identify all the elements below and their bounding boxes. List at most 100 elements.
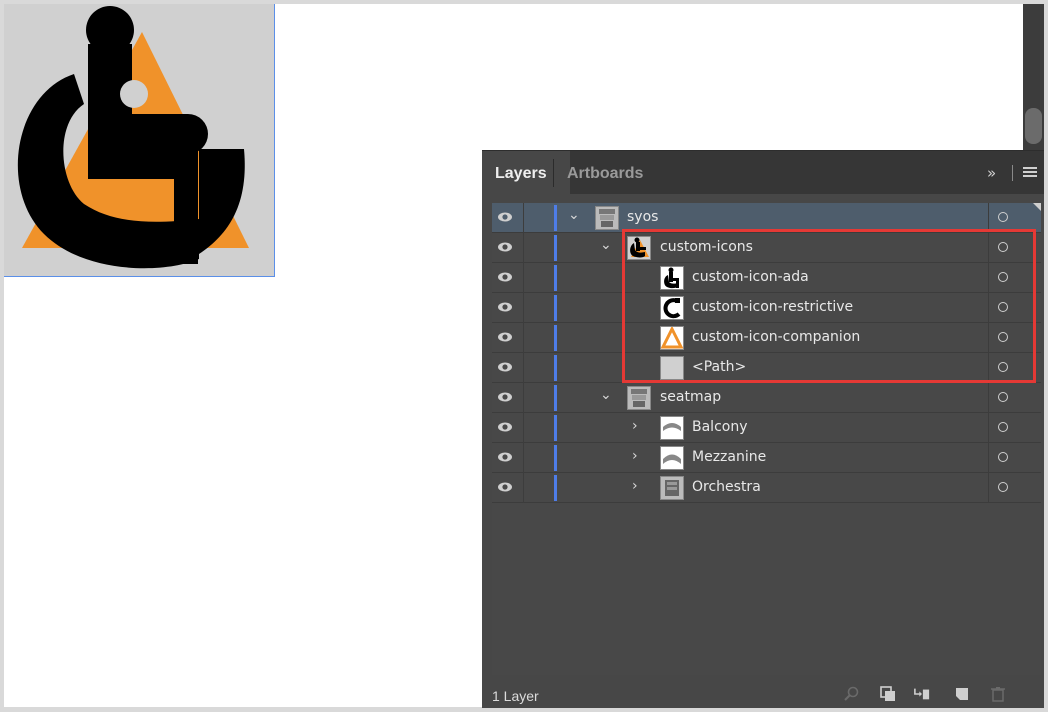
new-layer-icon[interactable] bbox=[954, 686, 970, 702]
clipping-mask-icon[interactable] bbox=[880, 686, 896, 702]
seatmap-thumb bbox=[627, 386, 651, 410]
layer-name[interactable]: custom-icons bbox=[660, 239, 753, 255]
layer-name[interactable]: Orchestra bbox=[692, 479, 761, 495]
layer-name[interactable]: Mezzanine bbox=[692, 449, 766, 465]
panel-tab-bar: Layers Artboards » bbox=[482, 151, 1044, 194]
layer-name[interactable]: custom-icon-restrictive bbox=[692, 299, 853, 315]
target-circle-icon[interactable] bbox=[998, 422, 1008, 432]
lock-column[interactable] bbox=[523, 263, 524, 293]
layer-row-custom-icon-restrictive[interactable]: custom-icon-restrictive bbox=[492, 293, 1041, 323]
lock-column[interactable] bbox=[523, 323, 524, 353]
layer-row-balcony[interactable]: › Balcony bbox=[492, 413, 1041, 443]
balcony-thumb bbox=[660, 416, 684, 440]
layer-row-custom-icons[interactable]: ⌄ custom-icons bbox=[492, 233, 1041, 263]
mezzanine-thumb bbox=[660, 446, 684, 470]
layers-list: ⌄ syos ⌄ custom-icons custom-icon-ada cu… bbox=[492, 203, 1041, 675]
layer-color-bar bbox=[554, 385, 557, 411]
layer-row-orchestra[interactable]: › Orchestra bbox=[492, 473, 1041, 503]
layer-color-bar bbox=[554, 205, 557, 231]
layer-name[interactable]: custom-icon-companion bbox=[692, 329, 860, 345]
chevron-right-icon[interactable]: › bbox=[632, 478, 638, 494]
layer-row-seatmap[interactable]: ⌄ seatmap bbox=[492, 383, 1041, 413]
target-divider bbox=[988, 323, 989, 353]
layer-color-bar bbox=[554, 235, 557, 261]
trash-icon[interactable] bbox=[990, 686, 1006, 702]
new-sublayer-icon[interactable] bbox=[914, 686, 930, 702]
target-circle-icon[interactable] bbox=[998, 212, 1008, 222]
eye-icon[interactable] bbox=[497, 390, 513, 404]
tab-artboards[interactable]: Artboards bbox=[554, 151, 656, 194]
layer-name[interactable]: Balcony bbox=[692, 419, 748, 435]
path-thumb bbox=[660, 356, 684, 380]
lock-column[interactable] bbox=[523, 233, 524, 263]
eye-icon[interactable] bbox=[497, 240, 513, 254]
eye-icon[interactable] bbox=[497, 450, 513, 464]
companion-thumb bbox=[660, 326, 684, 350]
target-circle-icon[interactable] bbox=[998, 482, 1008, 492]
panel-footer: 1 Layer bbox=[482, 681, 1044, 708]
target-circle-icon[interactable] bbox=[998, 362, 1008, 372]
layer-color-bar bbox=[554, 295, 557, 321]
scrollbar-thumb[interactable] bbox=[1025, 108, 1042, 144]
layer-name[interactable]: custom-icon-ada bbox=[692, 269, 809, 285]
layer-color-bar bbox=[554, 445, 557, 471]
target-circle-icon[interactable] bbox=[998, 392, 1008, 402]
seatmap-thumb bbox=[595, 206, 619, 230]
search-icon[interactable] bbox=[844, 686, 860, 702]
layer-color-bar bbox=[554, 265, 557, 291]
wheelchair-artwork bbox=[17, 6, 249, 269]
layer-row-path[interactable]: <Path> bbox=[492, 353, 1041, 383]
wheelchair-thumb bbox=[660, 266, 684, 290]
target-circle-icon[interactable] bbox=[998, 332, 1008, 342]
canvas-scrollbar[interactable] bbox=[1023, 4, 1044, 164]
layer-row-syos[interactable]: ⌄ syos bbox=[492, 203, 1041, 233]
chevron-down-icon[interactable]: ⌄ bbox=[600, 237, 612, 253]
tab-bar-divider bbox=[1012, 165, 1013, 181]
lock-column[interactable] bbox=[523, 203, 524, 233]
target-circle-icon[interactable] bbox=[998, 452, 1008, 462]
layers-panel: Layers Artboards » ⌄ syos ⌄ custom-icons… bbox=[482, 150, 1044, 708]
target-circle-icon[interactable] bbox=[998, 242, 1008, 252]
target-circle-icon[interactable] bbox=[998, 302, 1008, 312]
restrictive-thumb bbox=[660, 296, 684, 320]
layer-name[interactable]: <Path> bbox=[692, 359, 746, 375]
lock-column[interactable] bbox=[523, 473, 524, 503]
layer-name[interactable]: seatmap bbox=[660, 389, 721, 405]
panel-collapse-icon[interactable]: » bbox=[987, 164, 996, 182]
chevron-down-icon[interactable]: ⌄ bbox=[600, 387, 612, 403]
target-divider bbox=[988, 413, 989, 443]
eye-icon[interactable] bbox=[497, 300, 513, 314]
lock-column[interactable] bbox=[523, 443, 524, 473]
eye-icon[interactable] bbox=[497, 210, 513, 224]
chevron-down-icon[interactable]: ⌄ bbox=[568, 207, 580, 223]
target-divider bbox=[988, 233, 989, 263]
lock-column[interactable] bbox=[523, 293, 524, 323]
target-divider bbox=[988, 383, 989, 413]
layer-name[interactable]: syos bbox=[627, 209, 658, 225]
layer-row-custom-icon-ada[interactable]: custom-icon-ada bbox=[492, 263, 1041, 293]
layer-color-bar bbox=[554, 325, 557, 351]
eye-icon[interactable] bbox=[497, 330, 513, 344]
layer-row-custom-icon-companion[interactable]: custom-icon-companion bbox=[492, 323, 1041, 353]
custom-icons-thumb bbox=[627, 236, 651, 260]
lock-column[interactable] bbox=[523, 413, 524, 443]
lock-column[interactable] bbox=[523, 353, 524, 383]
chevron-right-icon[interactable]: › bbox=[632, 418, 638, 434]
selection-corner-indicator bbox=[1033, 203, 1041, 211]
target-divider bbox=[988, 263, 989, 293]
eye-icon[interactable] bbox=[497, 360, 513, 374]
chevron-right-icon[interactable]: › bbox=[632, 448, 638, 464]
eye-icon[interactable] bbox=[497, 270, 513, 284]
panel-menu-icon[interactable] bbox=[1023, 167, 1037, 178]
target-divider bbox=[988, 293, 989, 323]
layer-row-mezzanine[interactable]: › Mezzanine bbox=[492, 443, 1041, 473]
target-circle-icon[interactable] bbox=[998, 272, 1008, 282]
target-divider bbox=[988, 203, 989, 233]
orchestra-thumb bbox=[660, 476, 684, 500]
lock-column[interactable] bbox=[523, 383, 524, 413]
eye-icon[interactable] bbox=[497, 420, 513, 434]
layer-color-bar bbox=[554, 475, 557, 501]
artboard[interactable] bbox=[4, 4, 275, 277]
target-divider bbox=[988, 443, 989, 473]
eye-icon[interactable] bbox=[497, 480, 513, 494]
